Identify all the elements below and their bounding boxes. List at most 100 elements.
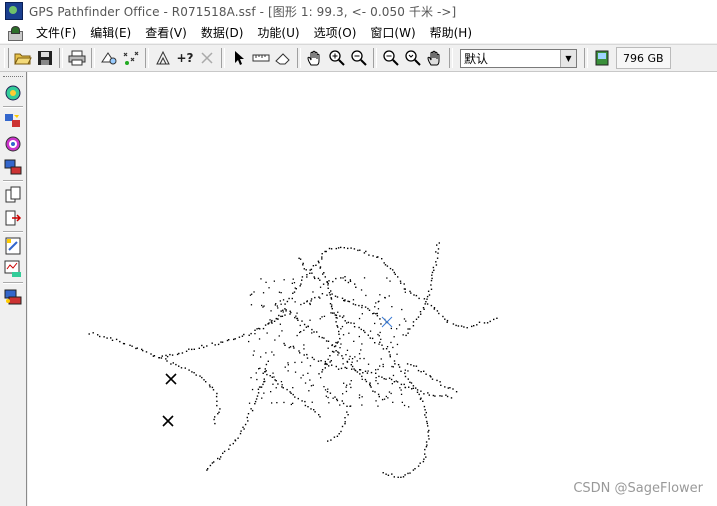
track-point: [303, 323, 306, 326]
track-point: [314, 296, 316, 299]
combine-files-icon[interactable]: [2, 184, 24, 206]
track-point: [292, 278, 294, 280]
track-point: [359, 369, 362, 371]
chevron-down-icon[interactable]: ▼: [560, 49, 576, 67]
menu-utilities[interactable]: 功能(U): [250, 24, 306, 41]
select-arrow-icon[interactable]: [228, 47, 250, 69]
document-menu-icon[interactable]: [7, 25, 23, 41]
track-point: [349, 383, 351, 385]
pan-auto-icon[interactable]: [424, 47, 446, 69]
track-point: [331, 312, 334, 314]
eraser-icon[interactable]: [272, 47, 294, 69]
track-point: [310, 385, 313, 387]
track-point: [319, 279, 321, 281]
x-marker-icon[interactable]: [381, 316, 393, 328]
track-point: [268, 287, 270, 289]
track-point: [324, 276, 326, 278]
differential-correction-icon[interactable]: [2, 110, 24, 132]
track-point: [428, 394, 430, 396]
track-point: [201, 376, 203, 379]
layers-icon[interactable]: [98, 47, 120, 69]
zoom-in-icon[interactable]: [326, 47, 348, 69]
toolbar-separator: [297, 48, 301, 68]
quality-check-icon[interactable]: [2, 258, 24, 280]
track-point: [419, 462, 421, 464]
track-point: [445, 394, 447, 396]
menu-options[interactable]: 选项(O): [307, 24, 364, 41]
print-icon[interactable]: [66, 47, 88, 69]
zoom-extents-icon[interactable]: [380, 47, 402, 69]
track-point: [203, 379, 205, 381]
track-point: [435, 251, 437, 253]
track-point: [346, 367, 348, 369]
layer-select[interactable]: 默认 ▼: [460, 48, 577, 68]
delete-icon[interactable]: [196, 47, 218, 69]
track-point: [363, 357, 365, 360]
x-marker-icon[interactable]: [165, 373, 177, 385]
gps-track-points[interactable]: [28, 72, 717, 506]
export-icon[interactable]: [2, 207, 24, 229]
track-point: [323, 272, 325, 274]
track-point: [351, 361, 353, 363]
track-point: [213, 418, 215, 421]
menu-file[interactable]: 文件(F): [29, 24, 83, 41]
toolbar-grip[interactable]: [4, 48, 9, 68]
target-icon[interactable]: [2, 133, 24, 155]
track-point: [400, 389, 402, 391]
track-point: [426, 420, 428, 423]
memory-card-icon[interactable]: [591, 47, 613, 69]
track-point: [434, 395, 436, 397]
track-point: [397, 364, 400, 366]
track-point: [375, 377, 377, 379]
waypoints-icon[interactable]: [120, 47, 142, 69]
track-point: [281, 384, 283, 386]
gps-receiver-icon[interactable]: [2, 82, 24, 104]
menu-view[interactable]: 查看(V): [138, 24, 194, 41]
track-point: [392, 374, 395, 377]
pan-hand-icon[interactable]: [304, 47, 326, 69]
track-point: [284, 366, 286, 368]
menu-edit[interactable]: 编辑(E): [83, 24, 138, 41]
measure-ruler-icon[interactable]: [250, 47, 272, 69]
track-point: [439, 381, 441, 383]
utilities-icon[interactable]: [2, 286, 24, 308]
track-point: [300, 377, 302, 379]
open-folder-icon[interactable]: [12, 47, 34, 69]
map-view[interactable]: CSDN @SageFlower: [28, 72, 717, 506]
x-marker-icon[interactable]: [162, 415, 174, 427]
track-point: [318, 373, 320, 375]
zoom-out-icon[interactable]: [348, 47, 370, 69]
left-toolbar-grip[interactable]: [3, 76, 23, 79]
track-point: [290, 403, 292, 406]
position-properties-icon[interactable]: +?: [174, 47, 196, 69]
track-point: [270, 310, 272, 312]
track-point: [331, 344, 334, 346]
track-point: [396, 381, 399, 383]
track-point: [431, 277, 433, 280]
track-point: [312, 265, 315, 267]
feature-properties-icon[interactable]: [152, 47, 174, 69]
track-point: [209, 386, 211, 388]
track-point: [420, 371, 422, 373]
track-point: [254, 403, 256, 405]
track-point: [312, 291, 314, 293]
track-point: [324, 389, 327, 391]
menu-help[interactable]: 帮助(H): [423, 24, 479, 41]
save-icon[interactable]: [34, 47, 56, 69]
track-point: [410, 364, 412, 366]
track-point: [131, 345, 133, 347]
data-dictionary-icon[interactable]: [2, 235, 24, 257]
track-point: [330, 312, 332, 314]
menu-window[interactable]: 窗口(W): [363, 24, 422, 41]
track-point: [335, 277, 337, 280]
track-point: [400, 476, 402, 478]
menu-data[interactable]: 数据(D): [194, 24, 251, 41]
track-point: [390, 392, 392, 395]
zoom-previous-icon[interactable]: [402, 47, 424, 69]
track-point: [238, 336, 241, 338]
track-point: [270, 321, 273, 323]
toolbar-separator: [449, 48, 453, 68]
data-transfer-icon[interactable]: [2, 156, 24, 178]
track-point: [178, 352, 180, 355]
track-point: [344, 423, 346, 425]
